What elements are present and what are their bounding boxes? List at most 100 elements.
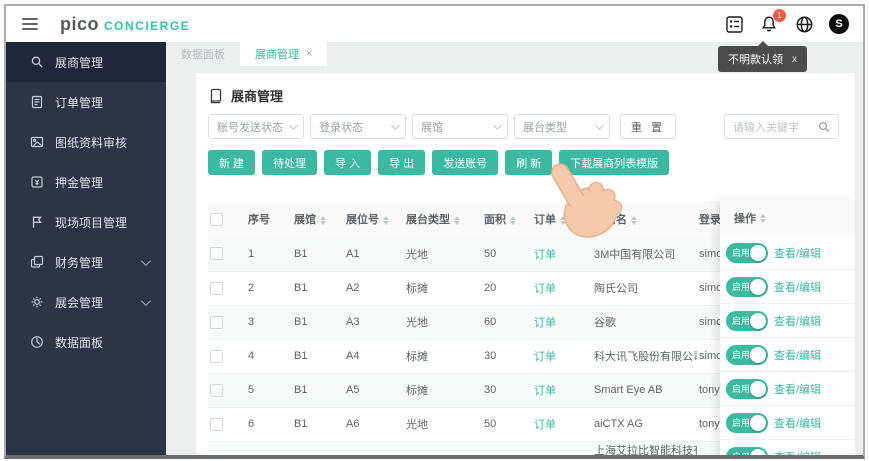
sidebar-item[interactable]: 展会管理	[6, 282, 166, 322]
sidebar-nav: 展商管理 订单管理 图纸资料审核押金管理现场项目管理财务管理展会管理数据面板	[6, 42, 166, 455]
col-booth: 展位号	[346, 214, 379, 226]
pending-button[interactable]: 待处理	[262, 150, 318, 175]
row-checkbox[interactable]	[210, 247, 223, 261]
sidebar-item[interactable]: 押金管理	[6, 162, 166, 202]
cell-exhibitor-name: Smart Eye AB	[594, 384, 663, 396]
tooltip-close-icon[interactable]: x	[792, 54, 797, 65]
user-avatar[interactable]: S	[829, 14, 849, 34]
filter-row: 账号发送状态 登录状态 展馆 展台类型 重 置 请输入关键字	[208, 114, 843, 139]
sidebar-item-label: 展会管理	[55, 295, 104, 310]
sort-icon[interactable]	[454, 215, 460, 225]
sort-icon[interactable]	[510, 215, 516, 225]
cell-exhibitor-name: 3M中国有限公司	[594, 248, 676, 261]
enable-toggle[interactable]: 启用	[726, 412, 768, 433]
enable-toggle[interactable]: 启用	[726, 446, 768, 455]
action-button-row: 新 建 待处理 导 入 导 出 发送账号 刷 新 下载展商列表模版	[208, 150, 843, 175]
cell-type: 光地	[406, 317, 428, 329]
row-checkbox[interactable]	[210, 315, 223, 329]
claim-tooltip-text: 不明款认领	[728, 54, 783, 66]
notification-bell-icon[interactable]: 1	[759, 9, 786, 34]
view-edit-link[interactable]: 查看/编辑	[774, 381, 821, 397]
order-link[interactable]: 订单	[534, 283, 556, 295]
row-checkbox[interactable]	[210, 383, 223, 397]
toggle-label: 启用	[732, 384, 751, 394]
cell-area: 20	[484, 282, 497, 294]
sidebar-item[interactable]: 图纸资料审核	[6, 122, 166, 162]
sort-icon[interactable]	[383, 215, 389, 225]
order-link[interactable]: 订单	[534, 249, 556, 261]
cell-booth: A6	[346, 418, 360, 430]
language-globe-icon[interactable]	[794, 14, 814, 34]
order-link[interactable]: 订单	[534, 317, 556, 329]
filter-hall[interactable]: 展馆	[412, 114, 508, 139]
sidebar-item[interactable]: 数据面板	[6, 322, 166, 362]
sidebar-item-label: 现场项目管理	[55, 215, 128, 230]
order-link[interactable]: 订单	[534, 351, 556, 363]
toggle-label: 启用	[732, 350, 751, 360]
order-link[interactable]: 订单	[534, 385, 556, 397]
row-checkbox[interactable]	[210, 281, 223, 295]
toggle-knob	[750, 312, 766, 329]
select-all-checkbox[interactable]	[210, 212, 223, 226]
hamburger-menu-icon[interactable]	[22, 15, 38, 33]
enable-toggle[interactable]: 启用	[726, 378, 768, 399]
sidebar-item[interactable]: 展商管理	[6, 42, 166, 82]
download-template-button[interactable]: 下载展商列表模版	[559, 150, 670, 175]
view-edit-link[interactable]: 查看/编辑	[774, 449, 821, 456]
toggle-knob	[750, 346, 766, 363]
sort-icon[interactable]	[560, 215, 566, 225]
filter-booth-type[interactable]: 展台类型	[514, 114, 610, 139]
cell-booth: A3	[346, 316, 360, 328]
content-card: 展商管理 账号发送状态 登录状态 展馆 展台类型 重 置 请输入关键字 新 建 …	[196, 73, 855, 455]
view-edit-link[interactable]: 查看/编辑	[774, 245, 821, 261]
reset-button[interactable]: 重 置	[620, 114, 677, 139]
filter-login-status[interactable]: 登录状态	[310, 114, 406, 139]
cell-booth: A1	[346, 247, 360, 260]
chevron-down-icon	[289, 120, 298, 130]
view-edit-link[interactable]: 查看/编辑	[774, 347, 821, 363]
cell-type: 标摊	[406, 351, 428, 363]
cell-exhibitor-name: aiCTX AG	[594, 418, 643, 430]
enable-toggle[interactable]: 启用	[726, 276, 768, 297]
cell-area: 30	[484, 384, 497, 396]
claim-form-icon[interactable]	[724, 14, 744, 34]
toggle-knob	[750, 278, 766, 295]
enable-toggle[interactable]: 启用	[726, 310, 768, 331]
enable-toggle[interactable]: 启用	[726, 242, 768, 263]
keyword-search-input[interactable]: 请输入关键字	[724, 114, 839, 139]
view-edit-link[interactable]: 查看/编辑	[774, 313, 821, 329]
tab-dashboard[interactable]: 数据面板	[166, 42, 240, 66]
sort-icon[interactable]	[320, 215, 326, 225]
new-button[interactable]: 新 建	[208, 150, 256, 175]
order-link[interactable]: 订单	[534, 419, 556, 431]
deposit-icon	[31, 176, 43, 188]
cell-booth: A5	[346, 384, 360, 396]
col-booth-type: 展台类型	[406, 214, 450, 226]
col-hall: 展馆	[294, 214, 316, 226]
import-button[interactable]: 导 入	[324, 150, 372, 175]
operation-row: 启用 查看/编辑	[720, 304, 855, 338]
sidebar-item-label: 押金管理	[55, 175, 104, 190]
top-header: pico CONCIERGE 1 S	[6, 6, 863, 42]
export-button[interactable]: 导 出	[378, 150, 426, 175]
sidebar-item[interactable]: 订单管理	[6, 82, 166, 122]
filter-account-send-status[interactable]: 账号发送状态	[208, 114, 304, 139]
view-edit-link[interactable]: 查看/编辑	[774, 279, 821, 295]
operation-column: 操作 启用 查看/编辑 启用 查看/编辑 启用 查看/编辑 启用 查看/编辑 启用 查看/编辑 启用…	[720, 200, 855, 455]
cell-index: 4	[248, 350, 255, 362]
view-edit-link[interactable]: 查看/编辑	[774, 415, 821, 431]
cell-booth	[344, 441, 404, 455]
refresh-button[interactable]: 刷 新	[505, 150, 553, 175]
sort-icon[interactable]	[760, 213, 766, 223]
row-checkbox[interactable]	[210, 417, 223, 431]
sidebar-item[interactable]: 现场项目管理	[6, 202, 166, 242]
row-checkbox[interactable]	[210, 349, 223, 363]
sort-icon[interactable]	[631, 215, 637, 225]
send-account-button[interactable]: 发送账号	[432, 150, 499, 175]
chevron-down-icon	[391, 120, 400, 130]
tab-exhibitor-management[interactable]: 展商管理 ×	[240, 42, 328, 66]
sidebar-item[interactable]: 财务管理	[6, 242, 166, 282]
chevron-down-icon	[140, 295, 151, 306]
tab-close-icon[interactable]: ×	[306, 48, 312, 60]
enable-toggle[interactable]: 启用	[726, 344, 768, 365]
